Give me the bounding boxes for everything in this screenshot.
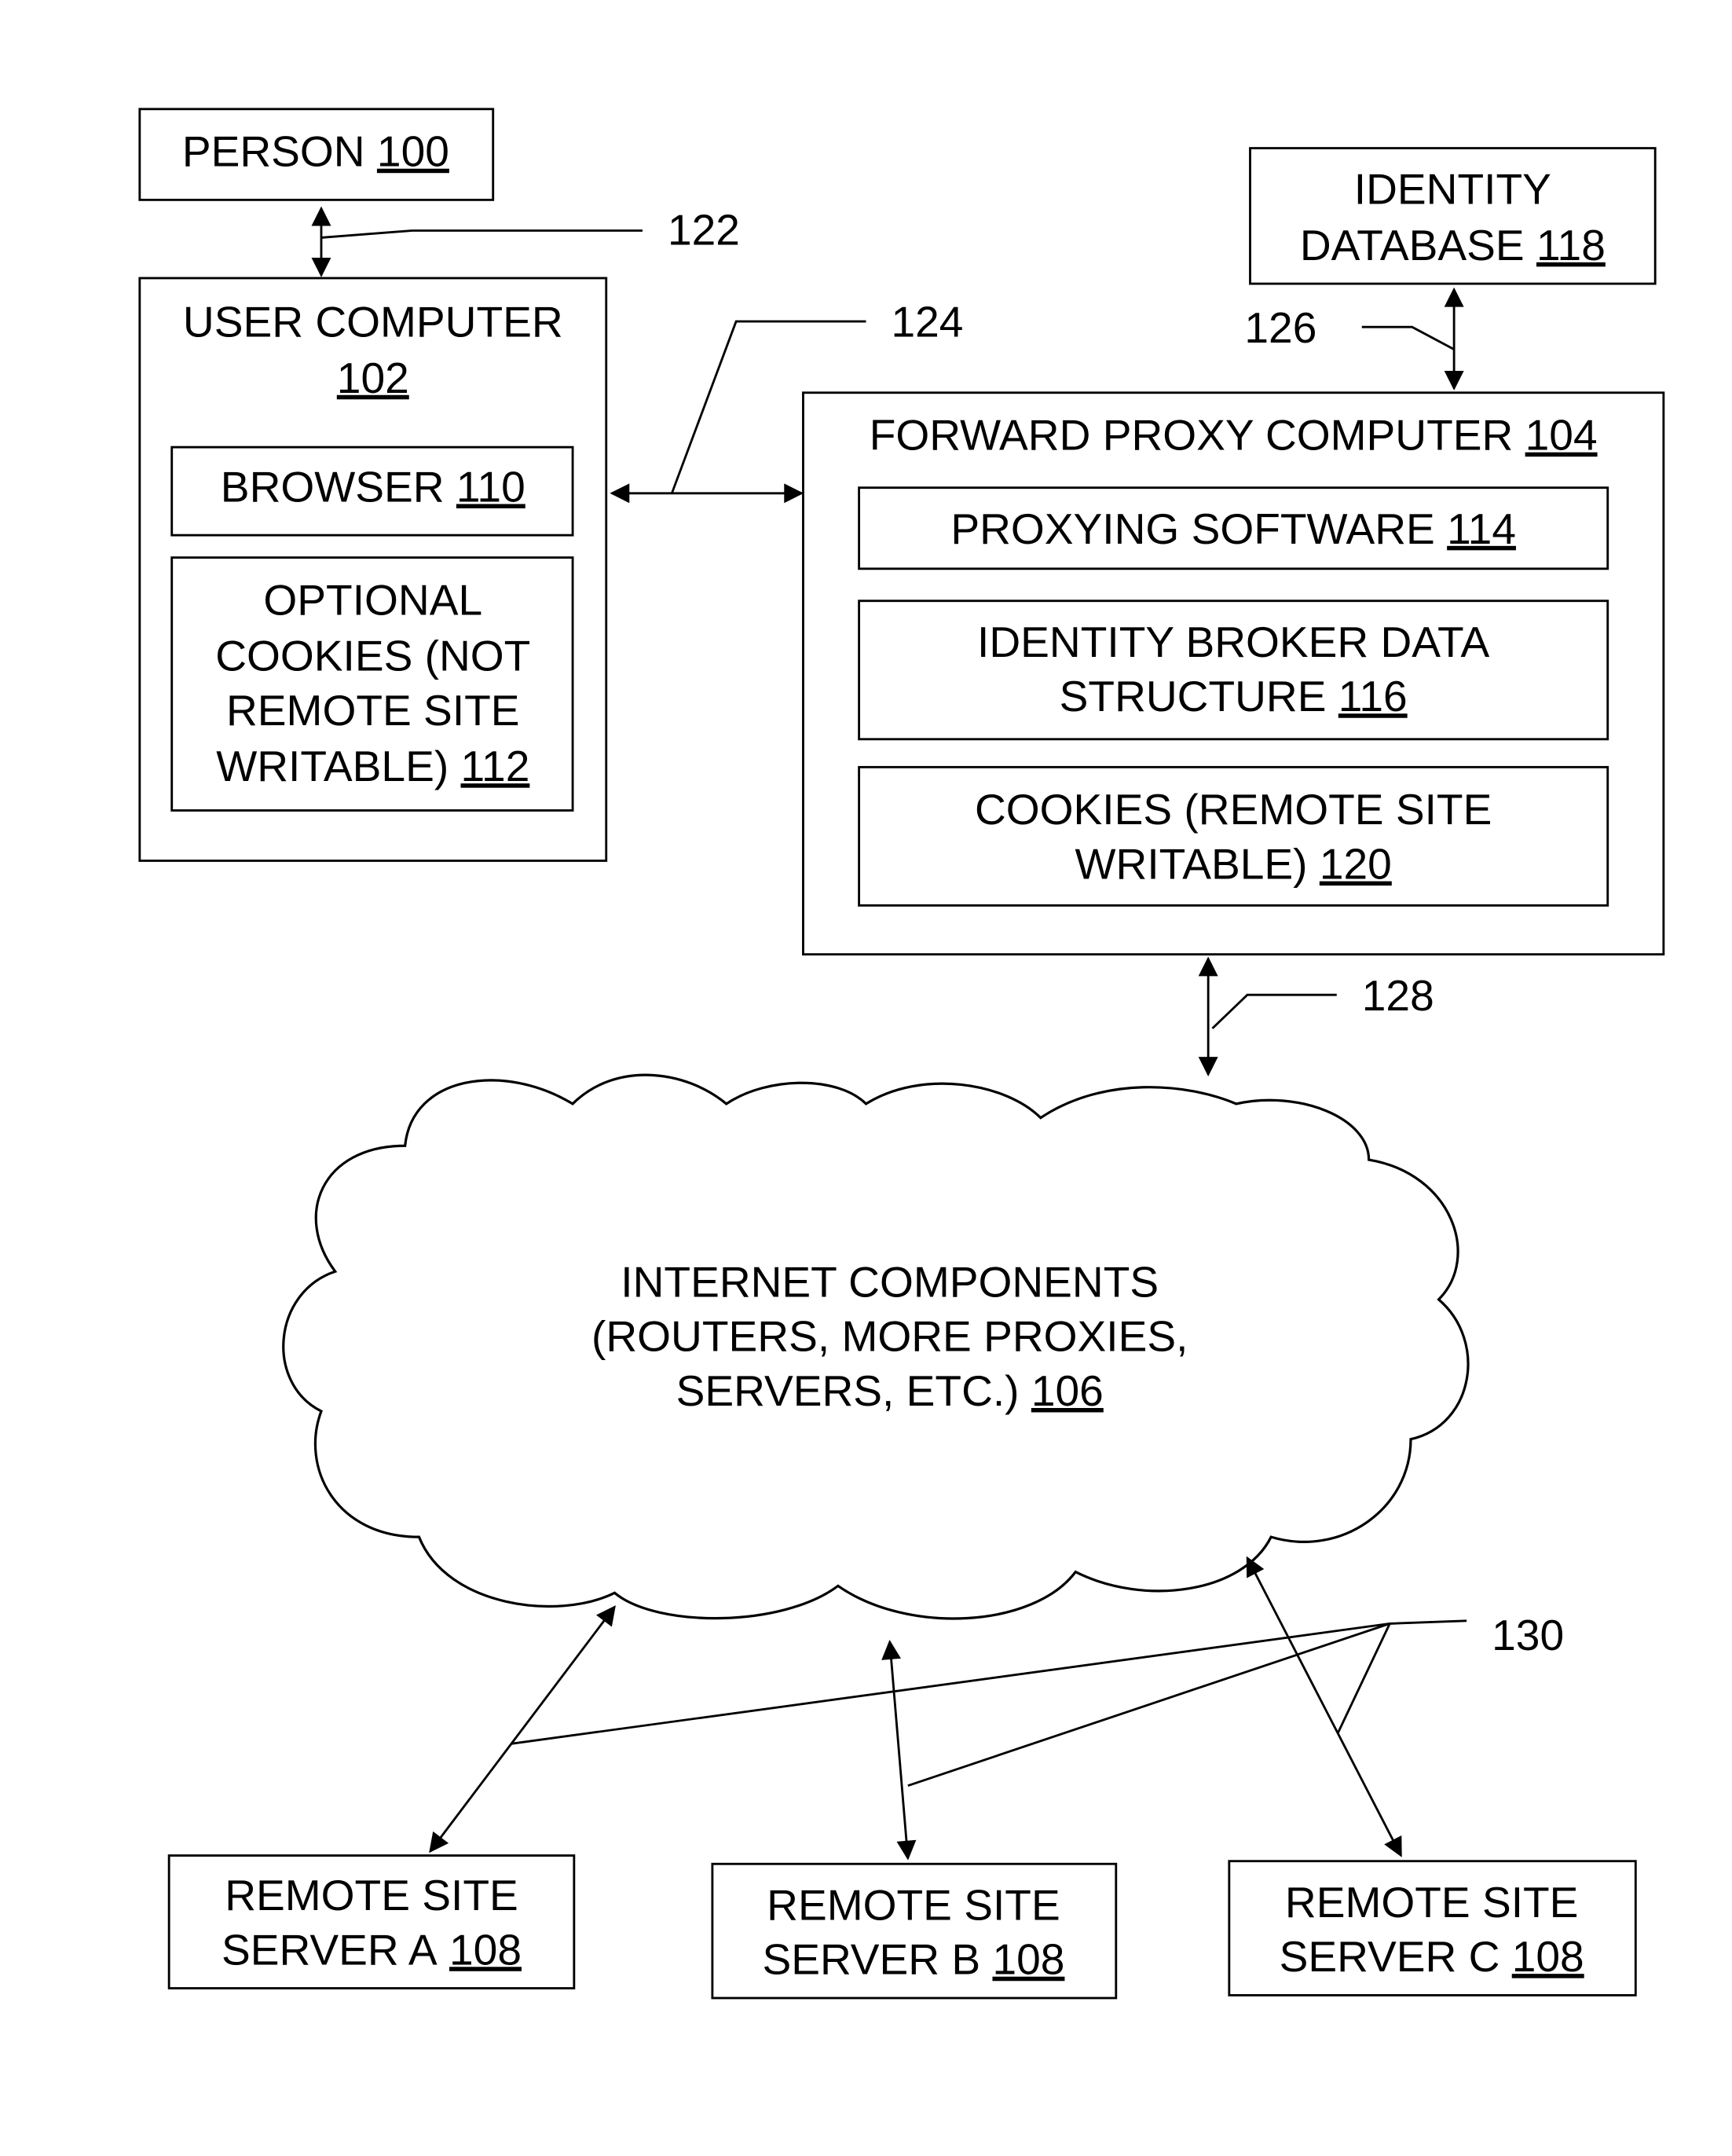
svg-text:BROWSER 110: BROWSER 110: [221, 462, 525, 511]
svg-text:SERVER B 108: SERVER B 108: [762, 1935, 1064, 1984]
optional-cookies-line-1: OPTIONAL: [263, 576, 482, 625]
browser-box: BROWSER 110: [170, 446, 574, 537]
arrow-internet-server-c: [1246, 1556, 1402, 1857]
svg-text:WRITABLE) 112: WRITABLE) 112: [216, 742, 529, 790]
server-b-box: REMOTE SITE SERVER B 108: [711, 1862, 1118, 2000]
browser-label: BROWSER: [221, 462, 445, 511]
proxy-cookies-line-1: COOKIES (REMOTE SITE: [975, 785, 1492, 834]
person-box: PERSON 100: [138, 108, 495, 201]
optional-cookies-line-2: COOKIES (NOT: [215, 632, 530, 680]
ref-130: 130: [1492, 1611, 1564, 1659]
svg-text:FORWARD PROXY COMPUTER 104: FORWARD PROXY COMPUTER 104: [870, 411, 1598, 460]
leader-122: [320, 229, 643, 239]
identity-broker-ref: 116: [1338, 672, 1408, 720]
identity-broker-line-1: IDENTITY BROKER DATA: [977, 618, 1489, 666]
identity-broker-box: IDENTITY BROKER DATA STRUCTURE 116: [858, 600, 1609, 741]
optional-cookies-ref: 112: [461, 742, 530, 790]
svg-text:SERVER A 108: SERVER A 108: [222, 1925, 522, 1974]
server-b-line-1: REMOTE SITE: [767, 1880, 1060, 1929]
server-b-ref: 108: [992, 1935, 1064, 1984]
server-b-line-2: SERVER B: [762, 1935, 980, 1984]
server-a-ref: 108: [449, 1925, 522, 1974]
browser-ref: 110: [456, 462, 525, 511]
leader-130-b: [907, 1622, 1390, 1788]
ref-128: 128: [1362, 971, 1434, 1020]
arrow-internet-server-a: [429, 1605, 616, 1854]
leader-130-a: [511, 1619, 1467, 1745]
server-c-line-1: REMOTE SITE: [1285, 1878, 1579, 1927]
identity-database-box: IDENTITY DATABASE 118: [1249, 147, 1657, 285]
identity-broker-line-2: STRUCTURE: [1060, 672, 1327, 720]
identity-database-line-1: IDENTITY: [1354, 165, 1551, 214]
arrow-internet-server-b: [881, 1640, 917, 1861]
internet-line-3: SERVERS, ETC.): [676, 1366, 1020, 1415]
server-a-line-1: REMOTE SITE: [225, 1871, 518, 1920]
server-a-box: REMOTE SITE SERVER A 108: [167, 1854, 576, 1989]
proxying-software-box: PROXYING SOFTWARE 114: [858, 486, 1609, 570]
optional-cookies-box: OPTIONAL COOKIES (NOT REMOTE SITE WRITAB…: [170, 556, 574, 812]
ref-124: 124: [892, 298, 964, 346]
ref-122: 122: [668, 205, 740, 254]
ref-126: 126: [1244, 303, 1316, 352]
internet-line-1: INTERNET COMPONENTS: [621, 1257, 1159, 1306]
forward-proxy-ref: 104: [1525, 411, 1598, 460]
svg-text:PROXYING SOFTWARE 114: PROXYING SOFTWARE 114: [950, 504, 1516, 553]
leader-130-c: [1337, 1622, 1391, 1733]
optional-cookies-line-4: WRITABLE): [216, 742, 449, 790]
proxying-software-label: PROXYING SOFTWARE: [950, 504, 1434, 553]
svg-text:PERSON 100: PERSON 100: [182, 127, 449, 176]
internet-cloud: INTERNET COMPONENTS (ROUTERS, MORE PROXI…: [282, 1073, 1470, 1620]
identity-database-line-2: DATABASE: [1300, 221, 1525, 270]
svg-text:WRITABLE) 120: WRITABLE) 120: [1075, 840, 1392, 889]
user-computer-label: USER COMPUTER: [183, 298, 563, 346]
optional-cookies-line-3: REMOTE SITE: [226, 686, 520, 735]
svg-text:SERVER C 108: SERVER C 108: [1280, 1932, 1584, 1981]
server-c-ref: 108: [1512, 1932, 1584, 1981]
forward-proxy-label: FORWARD PROXY COMPUTER: [870, 411, 1514, 460]
proxy-cookies-box: COOKIES (REMOTE SITE WRITABLE) 120: [858, 765, 1609, 907]
proxy-cookies-line-2: WRITABLE): [1075, 840, 1308, 889]
server-c-line-2: SERVER C: [1280, 1932, 1500, 1981]
person-ref: 100: [377, 127, 449, 176]
svg-text:SERVERS, ETC.) 106: SERVERS, ETC.) 106: [676, 1366, 1104, 1415]
leader-126: [1361, 325, 1455, 350]
proxying-software-ref: 114: [1447, 504, 1516, 553]
svg-text:DATABASE 118: DATABASE 118: [1300, 221, 1606, 270]
identity-database-ref: 118: [1536, 221, 1606, 270]
proxy-cookies-ref: 120: [1320, 840, 1392, 889]
person-label: PERSON: [182, 127, 365, 176]
leader-128: [1211, 993, 1337, 1029]
server-c-box: REMOTE SITE SERVER C 108: [1228, 1860, 1637, 1996]
internet-line-2: (ROUTERS, MORE PROXIES,: [591, 1312, 1188, 1361]
user-computer-ref: 102: [337, 354, 409, 402]
internet-ref: 106: [1031, 1366, 1104, 1415]
patent-diagram: PERSON 100 122 USER COMPUTER 102 BROWSER…: [138, 108, 1665, 2000]
svg-text:STRUCTURE 116: STRUCTURE 116: [1060, 672, 1408, 720]
server-a-line-2: SERVER A: [222, 1925, 438, 1974]
